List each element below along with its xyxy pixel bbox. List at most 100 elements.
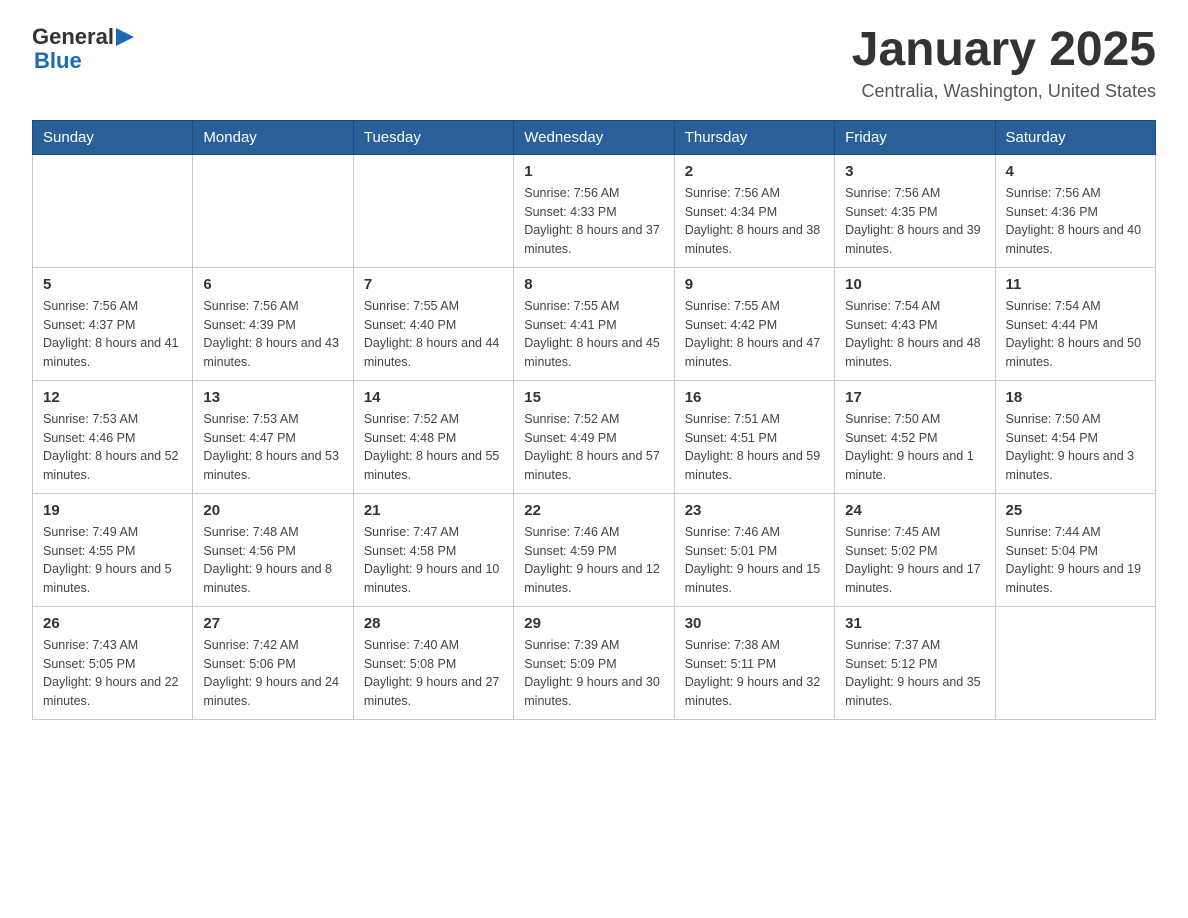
calendar-week-row: 12 Sunrise: 7:53 AMSunset: 4:46 PMDayligh… [33,380,1156,493]
day-number: 22 [524,502,663,519]
calendar-cell: 26Sunrise: 7:43 AMSunset: 5:05 PMDayligh… [33,606,193,719]
day-info: Sunrise: 7:53 AMSunset: 4:46 PMDaylight:… [43,410,182,485]
day-info: Sunrise: 7:45 AMSunset: 5:02 PMDaylight:… [845,523,984,598]
calendar-cell: 30 Sunrise: 7:38 AMSunset: 5:11 PMDayligh… [674,606,834,719]
calendar-cell: 3Sunrise: 7:56 AMSunset: 4:35 PMDaylight… [835,154,995,267]
day-number: 2 [685,163,824,180]
day-info: Sunrise: 7:46 AMSunset: 4:59 PMDaylight:… [524,523,663,598]
calendar-cell: 7 Sunrise: 7:55 AMSunset: 4:40 PMDaylight… [353,267,513,380]
calendar-cell: 14 Sunrise: 7:52 AMSunset: 4:48 PMDayligh… [353,380,513,493]
day-number: 27 [203,615,342,632]
calendar-cell: 9 Sunrise: 7:55 AMSunset: 4:42 PMDaylight… [674,267,834,380]
day-number: 3 [845,163,984,180]
day-info: Sunrise: 7:47 AMSunset: 4:58 PMDaylight:… [364,523,503,598]
day-number: 14 [364,389,503,406]
day-of-week-header: Tuesday [353,120,513,154]
calendar-cell: 6Sunrise: 7:56 AMSunset: 4:39 PMDaylight… [193,267,353,380]
day-info: Sunrise: 7:56 AMSunset: 4:36 PMDaylight:… [1006,184,1145,259]
day-of-week-header: Thursday [674,120,834,154]
day-number: 10 [845,276,984,293]
day-info: Sunrise: 7:56 AMSunset: 4:33 PMDaylight:… [524,184,663,259]
calendar-header: SundayMondayTuesdayWednesdayThursdayFrid… [33,120,1156,154]
day-info: Sunrise: 7:55 AMSunset: 4:42 PMDaylight:… [685,297,824,372]
calendar-cell: 17Sunrise: 7:50 AMSunset: 4:52 PMDayligh… [835,380,995,493]
calendar-cell [995,606,1155,719]
calendar-week-row: 5 Sunrise: 7:56 AMSunset: 4:37 PMDaylight… [33,267,1156,380]
day-info: Sunrise: 7:42 AMSunset: 5:06 PMDaylight:… [203,636,342,711]
logo: General Blue [32,24,134,74]
calendar-cell: 10 Sunrise: 7:54 AMSunset: 4:43 PMDayligh… [835,267,995,380]
day-number: 19 [43,502,182,519]
logo-general-text: General [32,24,114,50]
day-info: Sunrise: 7:43 AMSunset: 5:05 PMDaylight:… [43,636,182,711]
day-info: Sunrise: 7:55 AMSunset: 4:40 PMDaylight:… [364,297,503,372]
day-number: 8 [524,276,663,293]
day-number: 12 [43,389,182,406]
calendar-cell: 23 Sunrise: 7:46 AMSunset: 5:01 PMDayligh… [674,493,834,606]
day-info: Sunrise: 7:54 AMSunset: 4:44 PMDaylight:… [1006,297,1145,372]
calendar-cell: 16 Sunrise: 7:51 AMSunset: 4:51 PMDayligh… [674,380,834,493]
day-number: 13 [203,389,342,406]
day-info: Sunrise: 7:56 AMSunset: 4:34 PMDaylight:… [685,184,824,259]
page-header: General Blue January 2025 Centralia, Was… [32,24,1156,102]
logo-blue-text: Blue [34,48,82,74]
day-of-week-header: Friday [835,120,995,154]
day-info: Sunrise: 7:52 AMSunset: 4:48 PMDaylight:… [364,410,503,485]
day-number: 23 [685,502,824,519]
day-number: 17 [845,389,984,406]
day-of-week-header: Sunday [33,120,193,154]
day-number: 11 [1006,276,1145,293]
location-subtitle: Centralia, Washington, United States [852,81,1156,102]
day-number: 20 [203,502,342,519]
day-info: Sunrise: 7:50 AMSunset: 4:54 PMDaylight:… [1006,410,1145,485]
calendar-cell: 20 Sunrise: 7:48 AMSunset: 4:56 PMDayligh… [193,493,353,606]
day-number: 24 [845,502,984,519]
title-area: January 2025 Centralia, Washington, Unit… [852,24,1156,102]
day-number: 30 [685,615,824,632]
day-header-row: SundayMondayTuesdayWednesdayThursdayFrid… [33,120,1156,154]
day-info: Sunrise: 7:53 AMSunset: 4:47 PMDaylight:… [203,410,342,485]
day-info: Sunrise: 7:54 AMSunset: 4:43 PMDaylight:… [845,297,984,372]
calendar-table: SundayMondayTuesdayWednesdayThursdayFrid… [32,120,1156,720]
day-of-week-header: Monday [193,120,353,154]
calendar-cell: 13 Sunrise: 7:53 AMSunset: 4:47 PMDayligh… [193,380,353,493]
calendar-cell: 2 Sunrise: 7:56 AMSunset: 4:34 PMDaylight… [674,154,834,267]
day-info: Sunrise: 7:39 AMSunset: 5:09 PMDaylight:… [524,636,663,711]
day-info: Sunrise: 7:37 AMSunset: 5:12 PMDaylight:… [845,636,984,711]
calendar-cell: 21 Sunrise: 7:47 AMSunset: 4:58 PMDayligh… [353,493,513,606]
calendar-body: 1Sunrise: 7:56 AMSunset: 4:33 PMDaylight… [33,154,1156,719]
calendar-cell: 18Sunrise: 7:50 AMSunset: 4:54 PMDayligh… [995,380,1155,493]
day-info: Sunrise: 7:40 AMSunset: 5:08 PMDaylight:… [364,636,503,711]
calendar-cell: 31 Sunrise: 7:37 AMSunset: 5:12 PMDayligh… [835,606,995,719]
day-number: 5 [43,276,182,293]
logo-arrow-icon [116,28,134,46]
calendar-cell: 11 Sunrise: 7:54 AMSunset: 4:44 PMDayligh… [995,267,1155,380]
day-number: 7 [364,276,503,293]
day-number: 9 [685,276,824,293]
calendar-cell [353,154,513,267]
day-number: 28 [364,615,503,632]
calendar-cell: 5 Sunrise: 7:56 AMSunset: 4:37 PMDaylight… [33,267,193,380]
calendar-cell: 4Sunrise: 7:56 AMSunset: 4:36 PMDaylight… [995,154,1155,267]
calendar-cell: 19 Sunrise: 7:49 AMSunset: 4:55 PMDayligh… [33,493,193,606]
day-info: Sunrise: 7:56 AMSunset: 4:37 PMDaylight:… [43,297,182,372]
day-number: 25 [1006,502,1145,519]
day-info: Sunrise: 7:49 AMSunset: 4:55 PMDaylight:… [43,523,182,598]
day-info: Sunrise: 7:38 AMSunset: 5:11 PMDaylight:… [685,636,824,711]
day-info: Sunrise: 7:46 AMSunset: 5:01 PMDaylight:… [685,523,824,598]
day-number: 31 [845,615,984,632]
day-number: 21 [364,502,503,519]
calendar-cell: 29Sunrise: 7:39 AMSunset: 5:09 PMDayligh… [514,606,674,719]
day-number: 16 [685,389,824,406]
day-number: 6 [203,276,342,293]
calendar-cell: 1Sunrise: 7:56 AMSunset: 4:33 PMDaylight… [514,154,674,267]
calendar-cell: 24 Sunrise: 7:45 AMSunset: 5:02 PMDayligh… [835,493,995,606]
calendar-cell [193,154,353,267]
day-of-week-header: Wednesday [514,120,674,154]
day-info: Sunrise: 7:48 AMSunset: 4:56 PMDaylight:… [203,523,342,598]
calendar-week-row: 1Sunrise: 7:56 AMSunset: 4:33 PMDaylight… [33,154,1156,267]
month-title: January 2025 [852,24,1156,77]
calendar-cell [33,154,193,267]
day-info: Sunrise: 7:51 AMSunset: 4:51 PMDaylight:… [685,410,824,485]
calendar-week-row: 26Sunrise: 7:43 AMSunset: 5:05 PMDayligh… [33,606,1156,719]
